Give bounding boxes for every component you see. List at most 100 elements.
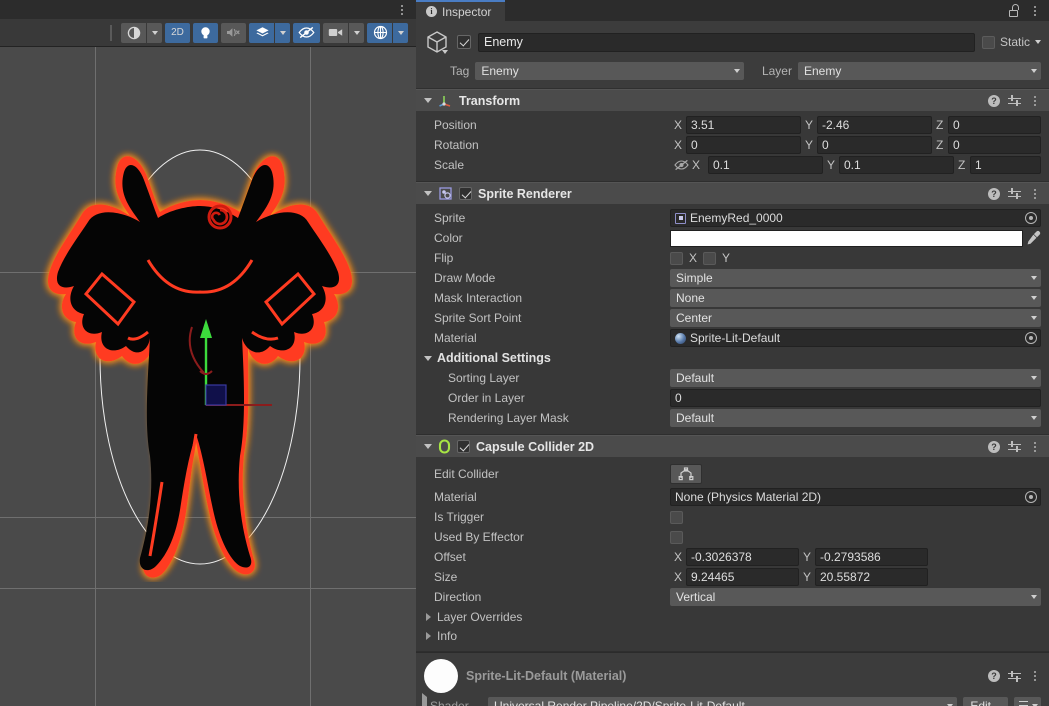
scale-x-input[interactable]: 0.1 [708,156,823,174]
collider-material-row: Material None (Physics Material 2D) [424,487,1041,507]
color-swatch[interactable] [670,229,1023,247]
foldout-arrow-icon[interactable] [426,612,431,621]
position-y-input[interactable]: -2.46 [817,116,932,134]
toggle-effects-button[interactable] [249,22,274,43]
gizmo-y-arrow [200,319,212,338]
mask-interaction-dropdown[interactable]: None [670,289,1041,307]
layer-dropdown[interactable]: Enemy [797,62,1041,80]
foldout-arrow-icon[interactable] [422,693,427,706]
scale-y-input[interactable]: 0.1 [839,156,954,174]
toggle-lighting-button[interactable] [193,22,218,43]
component-kebab-menu-icon[interactable] [1029,94,1041,108]
static-checkbox[interactable] [981,35,995,49]
foldout-arrow-icon[interactable] [424,355,432,361]
toggle-scene-visibility-button[interactable] [293,22,320,43]
sprite-object-field[interactable]: EnemyRed_0000 [670,209,1041,227]
sprite-renderer-enabled-checkbox[interactable] [459,187,472,200]
component-kebab-menu-icon[interactable] [1029,669,1041,683]
chevron-down-icon [1031,595,1037,599]
scene-view-kebab-menu-icon[interactable] [396,3,408,17]
info-foldout[interactable]: Info [424,626,1041,645]
collider-size-x-input[interactable]: 9.24465 [686,568,799,586]
static-dropdown-caret-icon[interactable] [1035,40,1041,44]
sprite-renderer-header[interactable]: Sprite Renderer ? [416,182,1049,204]
collider-offset-x-input[interactable]: -0.3026378 [686,548,799,566]
collider-direction-dropdown[interactable]: Vertical [670,588,1041,606]
scale-z-input[interactable]: 1 [970,156,1041,174]
toggle-camera-button[interactable] [323,22,348,43]
foldout-arrow-icon[interactable] [424,444,432,449]
component-kebab-menu-icon[interactable] [1029,440,1041,454]
tag-dropdown[interactable]: Enemy [475,62,744,80]
shader-variants-button[interactable] [1014,697,1041,706]
transform-header[interactable]: Transform ? [416,89,1049,111]
help-icon[interactable]: ? [988,187,1000,200]
sr-material-object-field[interactable]: Sprite-Lit-Default [670,329,1041,347]
lock-icon[interactable] [1008,4,1019,17]
preset-icon[interactable] [1008,188,1021,200]
collider-material-label: Material [434,490,477,504]
shading-mode-dropdown[interactable] [147,22,162,43]
component-kebab-menu-icon[interactable] [1029,187,1041,201]
help-icon[interactable]: ? [988,670,1000,682]
eyedropper-icon[interactable] [1026,230,1041,246]
sr-material-label: Material [434,331,477,345]
object-picker-icon[interactable] [1025,491,1037,503]
gameobject-active-checkbox[interactable] [457,35,471,49]
foldout-arrow-icon[interactable] [424,98,432,103]
rotation-x-input[interactable]: 0 [686,136,801,154]
used-by-effector-checkbox[interactable] [670,530,683,544]
camera-dropdown[interactable] [349,22,364,43]
collider-offset-y-input[interactable]: -0.2793586 [815,548,928,566]
collider-material-object-field[interactable]: None (Physics Material 2D) [670,488,1041,506]
help-icon[interactable]: ? [988,440,1000,453]
tab-inspector[interactable]: i Inspector [416,0,506,21]
flip-x-checkbox[interactable] [670,251,683,265]
move-gizmo[interactable] [186,313,276,413]
preset-icon[interactable] [1008,670,1021,682]
shading-mode-button[interactable] [121,22,146,43]
gizmos-dropdown[interactable] [393,22,408,43]
toggle-2d-button[interactable]: 2D [165,22,190,43]
edit-collider-button[interactable] [670,464,702,484]
order-in-layer-input[interactable]: 0 [670,389,1041,407]
position-x-input[interactable]: 3.51 [686,116,801,134]
shader-dropdown[interactable]: Universal Render Pipeline/2D/Sprite-Lit-… [488,697,958,706]
scene-viewport[interactable] [0,47,416,706]
gameobject-name-input[interactable]: Enemy [478,32,975,52]
collider-size-y-input[interactable]: 20.55872 [815,568,928,586]
effects-dropdown[interactable] [275,22,290,43]
rendering-layer-mask-dropdown[interactable]: Default [670,409,1041,427]
position-z-input[interactable]: 0 [948,116,1041,134]
constrain-proportions-icon[interactable] [670,159,692,171]
toggle-gizmos-button[interactable] [367,22,392,43]
draw-mode-dropdown[interactable]: Simple [670,269,1041,287]
foldout-arrow-icon[interactable] [426,631,431,640]
capsule-collider-enabled-checkbox[interactable] [457,440,470,453]
help-icon[interactable]: ? [988,94,1000,107]
preset-icon[interactable] [1008,441,1021,453]
additional-settings-foldout[interactable]: Additional Settings [424,348,1041,368]
mask-interaction-row: Mask Interaction None [424,288,1041,308]
inspector-kebab-menu-icon[interactable] [1029,4,1041,18]
foldout-arrow-icon[interactable] [424,191,432,196]
gameobject-cube-icon[interactable] [424,29,450,55]
rotation-z-input[interactable]: 0 [948,136,1041,154]
sprite-sort-point-dropdown[interactable]: Center [670,309,1041,327]
tag-label: Tag [450,64,470,78]
material-preview-foldout[interactable] [422,693,427,706]
layer-overrides-foldout[interactable]: Layer Overrides [424,607,1041,626]
transform-body: Position X 3.51 Y -2.46 Z 0 Rotation X 0… [416,111,1049,181]
flip-y-checkbox[interactable] [703,251,717,265]
toggle-audio-button[interactable] [221,22,246,43]
capsule-collider-header[interactable]: Capsule Collider 2D ? [416,435,1049,457]
shader-edit-button[interactable]: Edit... [963,697,1008,706]
object-picker-icon[interactable] [1025,212,1037,224]
is-trigger-checkbox[interactable] [670,510,683,524]
rotation-y-input[interactable]: 0 [817,136,932,154]
axis-x-label: X [674,570,683,584]
preset-icon[interactable] [1008,95,1021,107]
object-picker-icon[interactable] [1025,332,1037,344]
flip-x-label: X [689,251,698,265]
sorting-layer-dropdown[interactable]: Default [670,369,1041,387]
